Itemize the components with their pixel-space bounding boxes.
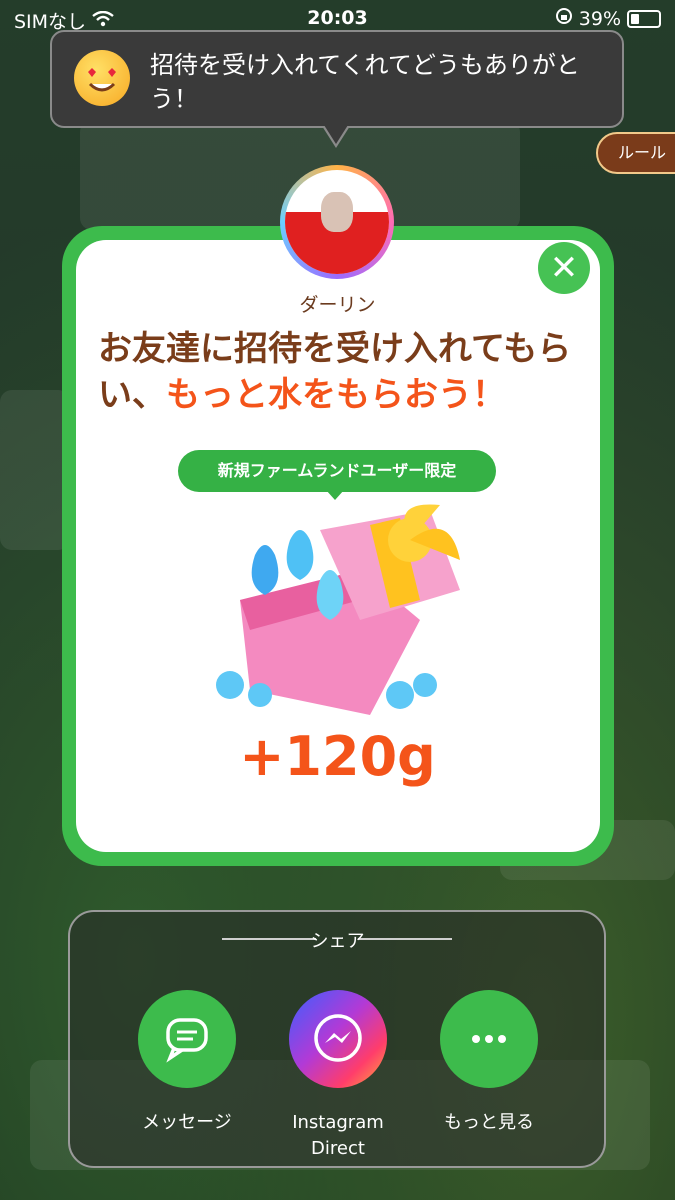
heart-eyes-emoji-icon	[74, 50, 130, 106]
chat-bubble-icon	[166, 1018, 208, 1063]
thanks-toast: 招待を受け入れてくれてどうもありがとう！	[50, 30, 624, 128]
toast-message: 招待を受け入れてくれてどうもありがとう！	[150, 51, 580, 113]
share-message-button[interactable]	[138, 990, 236, 1088]
headline: お友達に招待を受け入れてもらい、もっと水をもらおう！	[98, 326, 588, 418]
gift-box-water-icon	[210, 500, 470, 720]
new-user-tag: 新規ファームランドユーザー限定	[178, 450, 496, 492]
reward-amount: +120g	[239, 725, 436, 788]
rule-button[interactable]: ルール	[596, 132, 675, 174]
share-label-instagram: Instagram Direct	[292, 1112, 384, 1159]
battery-icon	[627, 9, 661, 28]
close-icon: ✕	[549, 248, 579, 288]
user-name: ダーリン	[299, 294, 376, 316]
share-more-button[interactable]	[440, 990, 538, 1088]
battery-percent: 39%	[578, 7, 621, 30]
messenger-icon	[314, 1014, 362, 1062]
share-label-message: メッセージ	[142, 1112, 232, 1133]
tag-tail	[326, 490, 344, 500]
share-title: シェア	[310, 931, 365, 952]
more-dots-icon	[472, 1035, 506, 1043]
avatar	[280, 165, 394, 279]
share-label-more: もっと見る	[444, 1112, 534, 1133]
close-button[interactable]: ✕	[538, 242, 590, 294]
headline-highlight: もっと水をもらおう！	[166, 375, 506, 415]
bg-panel	[0, 390, 70, 550]
share-instagram-direct-button[interactable]	[289, 990, 387, 1088]
rotation-lock-icon	[555, 7, 573, 30]
toast-tail	[322, 125, 350, 148]
